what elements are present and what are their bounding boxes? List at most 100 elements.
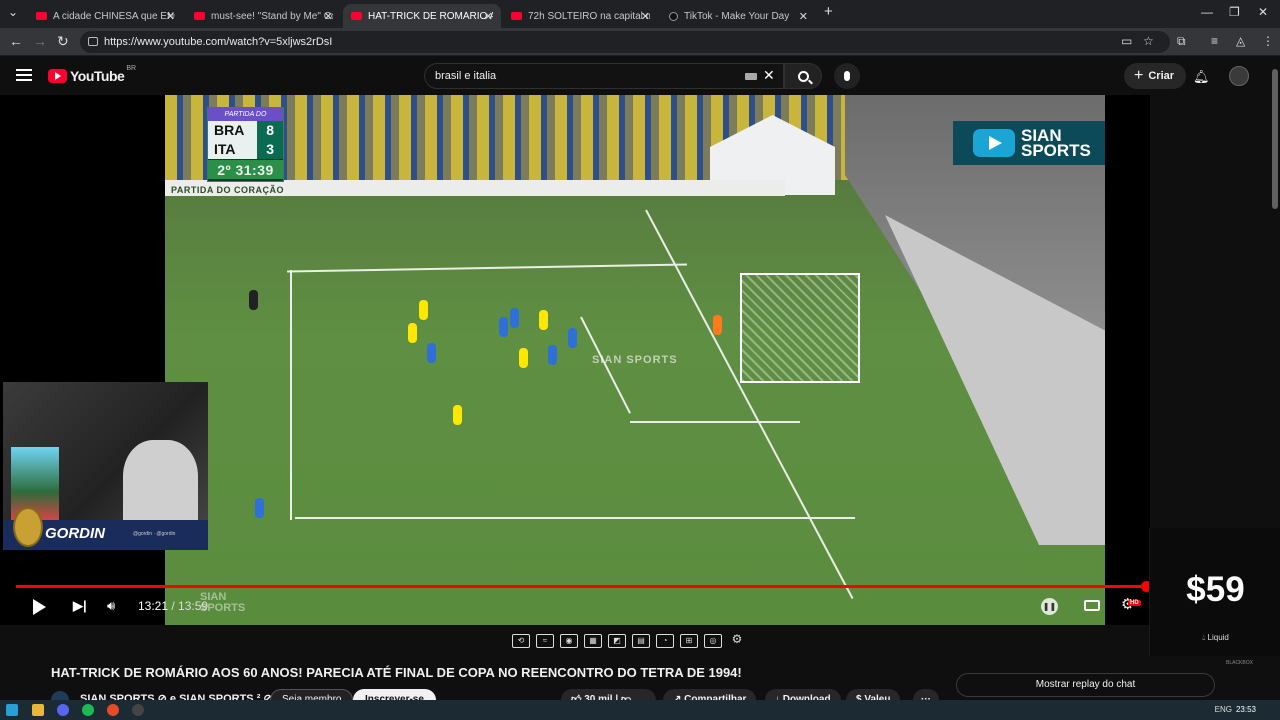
media-control-icon[interactable]: ≡ [1211,34,1218,48]
browser-tab[interactable]: 72h SOLTEIRO na capital mais L ✕ [503,4,658,28]
forward-icon[interactable]: → [33,33,47,49]
reload-icon[interactable]: ↻ [57,33,69,50]
player-figure [519,348,528,368]
spotify-icon[interactable] [82,704,94,716]
screenshot-icon[interactable]: ◎ [704,634,722,648]
match-clock: 2º 31:39 [208,159,283,179]
close-tab-icon[interactable]: ✕ [799,10,808,23]
youtube-play-logo-icon [48,69,67,83]
close-tab-icon[interactable]: ✕ [641,10,650,23]
minimize-icon[interactable]: — [1201,5,1213,19]
player-figure [499,317,508,337]
profile-icon[interactable]: ◬ [1236,34,1245,48]
voice-search-button[interactable] [834,63,860,89]
youtube-favicon-icon [511,12,522,20]
cinema-icon[interactable]: ▦ [584,634,602,648]
player-figure [539,310,548,330]
player-figure [408,323,417,343]
donation-amount: $59 [1186,570,1245,609]
pitch-line [630,421,800,423]
site-info-icon[interactable] [88,37,98,46]
goalkeeper-figure [713,315,722,335]
clear-search-icon[interactable]: ✕ [763,67,775,84]
plus-icon: + [1134,67,1144,84]
youtube-favicon-icon [351,12,362,20]
browser-tab-active[interactable]: HAT-TRICK DE ROMÁRIO AOS 6 ✕ [343,4,501,28]
youtube-favicon-icon [36,12,47,20]
language-indicator[interactable]: ENG [1215,705,1232,714]
browser-tab[interactable]: TikTok - Make Your Day ✕ [661,4,816,28]
address-bar[interactable]: https://www.youtube.com/watch?v=5xljws2r… [80,31,1170,53]
video-frame: PARTIDA DO CORAÇÃO SIAN SPORTS PARTIDA D… [165,95,1105,625]
page-scrollbar[interactable] [1272,69,1278,209]
sian-sports-logo: SIAN SPORTS [953,121,1105,165]
goal-net [740,273,860,383]
progress-bar[interactable] [16,581,1152,592]
browser-tab[interactable]: A cidade CHINESA que ENGANA ✕ [28,4,183,28]
system-clock[interactable]: 23:53 [1236,705,1256,714]
new-tab-icon[interactable]: + [824,3,833,20]
pitch-line [645,209,854,599]
discord-icon[interactable] [57,704,69,716]
search-input[interactable]: brasil e italia [424,63,784,89]
keyboard-icon[interactable] [745,73,757,80]
gold-watch-logo [13,507,43,547]
video-player[interactable]: PARTIDA DO CORAÇÃO SIAN SPORTS PARTIDA D… [0,95,1152,625]
extensions-icon[interactable]: ⧉ [1177,34,1186,49]
player-figure [419,300,428,320]
windows-taskbar: ENG 23:53 [0,700,1280,720]
webcam-overlay: GORDIN @gordin · @gordin [3,382,208,550]
player-figure [510,308,519,328]
video-watermark: SIAN SPORTS [592,354,678,366]
play-icon[interactable] [33,599,46,615]
advertising-banner: PARTIDA DO CORAÇÃO [165,180,785,196]
cast-icon[interactable]: ▭ [1121,34,1132,48]
volume-icon[interactable]: 🔊︎ [107,598,115,614]
loop-icon[interactable]: ⟲ [512,634,530,648]
youtube-favicon-icon [194,12,205,20]
url-text: https://www.youtube.com/watch?v=5xljws2r… [104,36,333,48]
extension-settings-icon[interactable]: ⚙ [728,633,746,648]
streamer [123,440,198,530]
close-window-icon[interactable]: ✕ [1258,5,1268,19]
close-tab-icon[interactable]: ✕ [166,10,175,23]
next-icon[interactable]: ▶| [73,598,87,614]
back-icon[interactable]: ← [9,33,23,49]
browser-menu-icon[interactable]: ⋮ [1262,34,1274,48]
browser-tab[interactable]: must-see! "Stand by Me" Cover ✕ [186,4,341,28]
notifications-bell-icon[interactable]: 🔔︎ [1193,69,1210,85]
time-display: 13:21 / 13:59 [138,599,209,613]
close-tab-icon[interactable]: ✕ [484,10,493,23]
hd-badge: HD [1128,600,1141,606]
account-avatar[interactable] [1229,66,1249,86]
restore-icon[interactable]: ❐ [1229,5,1240,19]
youtube-logo[interactable]: YouTube BR [48,65,136,84]
create-button[interactable]: + Criar [1124,63,1187,89]
windows-start-icon[interactable] [6,704,18,716]
aspect-icon[interactable]: ◩ [608,634,626,648]
subtitles-icon[interactable] [1084,600,1100,611]
file-explorer-icon[interactable] [32,704,44,716]
tab-search-icon[interactable]: ⌄ [8,5,18,19]
show-chat-replay-button[interactable]: Mostrar replay do chat [956,673,1215,697]
pip-icon[interactable]: ⊞ [680,634,698,648]
obs-icon[interactable] [132,704,144,716]
autoplay-toggle-icon[interactable]: ❚❚ [1041,598,1058,615]
extension-toolbar: ⟲ ≈ ◉ ▦ ◩ ▤ ◔ ⊞ ◎ ⚙ [512,629,762,653]
donation-alert: $59 💧︎ Liquid [1149,528,1280,656]
audio-icon[interactable]: ≈ [536,634,554,648]
search-icon [797,70,809,82]
tiktok-favicon-icon [669,11,678,21]
filter-icon[interactable]: ▤ [632,634,650,648]
pitch-line [295,517,855,519]
hamburger-menu-icon[interactable] [16,69,32,81]
eye-icon[interactable]: ◉ [560,634,578,648]
chrome-icon[interactable] [107,704,119,716]
pitch-line [287,263,687,273]
player-figure [568,328,577,348]
close-tab-icon[interactable]: ✕ [324,10,333,23]
search-button[interactable] [784,63,822,89]
bookmark-star-icon[interactable]: ☆ [1143,34,1154,48]
speed-icon[interactable]: ◔ [656,634,674,648]
scoreboard: PARTIDA DO CORAÇÃO BRA8 ITA3 2º 31:39 [207,107,284,182]
